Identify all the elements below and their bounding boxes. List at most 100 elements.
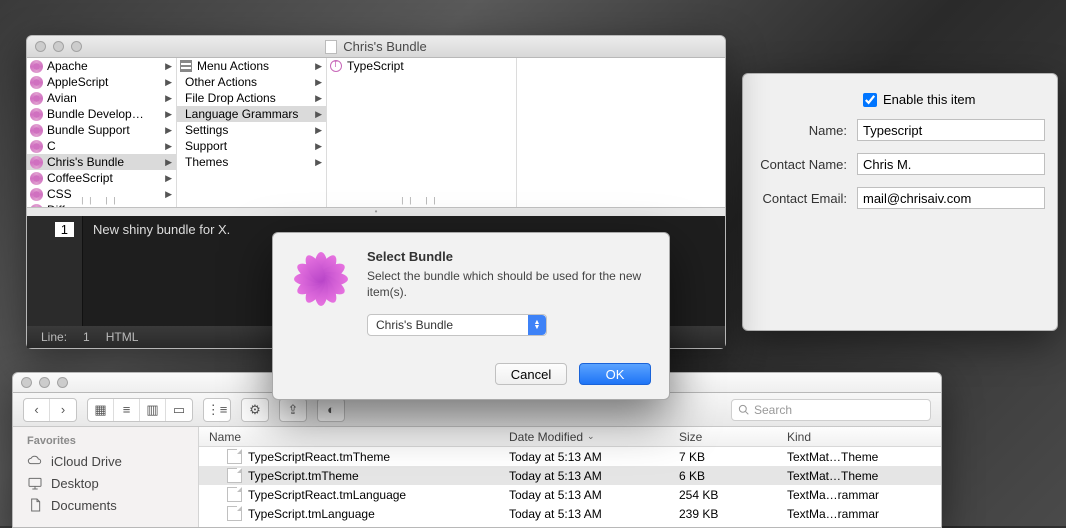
finder-sidebar: Favorites iCloud Drive Desktop Documents	[13, 427, 199, 527]
view-switcher[interactable]: ▦ ≡ ▥ ▭	[87, 398, 193, 422]
search-icon	[738, 404, 749, 415]
category-list-item[interactable]: Settings▶	[177, 122, 326, 138]
action-button[interactable]: ⚙︎	[242, 399, 268, 421]
chevron-right-icon: ▶	[165, 109, 172, 120]
bundle-list-item[interactable]: Avian▶	[27, 90, 176, 106]
minimize-dot[interactable]	[39, 377, 50, 388]
bundle-list-item[interactable]: C▶	[27, 138, 176, 154]
file-icon	[227, 506, 242, 521]
file-name: TypeScript.tmTheme	[248, 469, 359, 483]
action-segment[interactable]: ⚙︎	[241, 398, 269, 422]
file-row[interactable]: TypeScriptReact.tmThemeToday at 5:13 AM7…	[199, 447, 941, 466]
chevron-right-icon: ▶	[165, 173, 172, 184]
category-list-item[interactable]: Menu Actions▶	[177, 58, 326, 74]
split-grabber[interactable]: •	[27, 208, 725, 216]
file-kind: TextMat…Theme	[779, 466, 941, 485]
sidebar-heading: Favorites	[13, 433, 198, 450]
bundle-icon	[30, 140, 43, 153]
tags-segment[interactable]: ◐	[317, 398, 345, 422]
back-button[interactable]: ‹	[24, 399, 50, 421]
share-segment[interactable]: ⇪	[279, 398, 307, 422]
bundle-list-item[interactable]: AppleScript▶	[27, 74, 176, 90]
arrange-segment[interactable]: ⋮≡	[203, 398, 231, 422]
bundle-icon	[30, 124, 43, 137]
sidebar-item[interactable]: Documents	[13, 494, 198, 516]
file-size: 254 KB	[679, 485, 779, 504]
category-list-item[interactable]: Other Actions▶	[177, 74, 326, 90]
col-size[interactable]: Size	[679, 427, 779, 446]
bundle-list-item[interactable]: Bundle Support▶	[27, 122, 176, 138]
share-button[interactable]: ⇪	[280, 399, 306, 421]
bundle-select-value: Chris's Bundle	[376, 318, 453, 332]
chevron-right-icon: ▶	[315, 109, 322, 120]
chevron-right-icon: ▶	[315, 125, 322, 136]
titlebar: Chris's Bundle	[27, 36, 725, 58]
grammar-list-item[interactable]: TypeScript	[327, 58, 516, 74]
file-row[interactable]: TypeScriptReact.tmLanguageToday at 5:13 …	[199, 485, 941, 504]
cover-view-button[interactable]: ▭	[166, 399, 192, 421]
chevron-right-icon: ▶	[165, 125, 172, 136]
status-line-label: Line:	[41, 330, 67, 344]
bundle-icon	[30, 108, 43, 121]
nav-buttons[interactable]: ‹ ›	[23, 398, 77, 422]
file-icon	[227, 449, 242, 464]
forward-button[interactable]: ›	[50, 399, 76, 421]
properties-panel: Enable this item Name: Contact Name: Con…	[742, 73, 1058, 331]
chevron-right-icon: ▶	[165, 157, 172, 168]
sidebar-item-label: Documents	[51, 498, 117, 513]
bundle-list-item[interactable]: Chris's Bundle▶	[27, 154, 176, 170]
sidebar-item-label: Desktop	[51, 476, 99, 491]
editor-content[interactable]: New shiny bundle for X.	[83, 216, 240, 326]
bundle-icon	[30, 172, 43, 185]
icon-view-button[interactable]: ▦	[88, 399, 114, 421]
column-browser: Apache▶AppleScript▶Avian▶Bundle Develop……	[27, 58, 725, 208]
bundle-list-column: Apache▶AppleScript▶Avian▶Bundle Develop……	[27, 58, 177, 207]
contact-name-field[interactable]	[857, 153, 1045, 175]
file-list-header[interactable]: Name Date Modified⌄ Size Kind	[199, 427, 941, 447]
file-row[interactable]: TypeScript.tmThemeToday at 5:13 AM6 KBTe…	[199, 466, 941, 485]
bundle-list-item[interactable]: CoffeeScript▶	[27, 170, 176, 186]
category-list-item[interactable]: Themes▶	[177, 154, 326, 170]
status-lang[interactable]: HTML	[106, 330, 139, 344]
chevron-right-icon: ▶	[315, 141, 322, 152]
category-list-item[interactable]: Language Grammars▶	[177, 106, 326, 122]
dialog-message: Select the bundle which should be used f…	[367, 268, 651, 300]
file-size: 239 KB	[679, 504, 779, 523]
contact-email-field[interactable]	[857, 187, 1045, 209]
bundle-list-item[interactable]: Bundle Develop…▶	[27, 106, 176, 122]
zoom-dot[interactable]	[57, 377, 68, 388]
sidebar-item[interactable]: iCloud Drive	[13, 450, 198, 472]
file-row[interactable]: TypeScript.tmLanguageToday at 5:13 AM239…	[199, 504, 941, 523]
search-field[interactable]: Search	[731, 399, 931, 421]
menu-icon	[180, 60, 192, 72]
ok-button[interactable]: OK	[579, 363, 651, 385]
bundle-list-item[interactable]: Apache▶	[27, 58, 176, 74]
bundle-select[interactable]: Chris's Bundle ▲▼	[367, 314, 547, 336]
file-icon	[227, 487, 242, 502]
close-dot[interactable]	[21, 377, 32, 388]
document-icon	[325, 40, 337, 54]
arrange-button[interactable]: ⋮≡	[204, 399, 230, 421]
col-kind[interactable]: Kind	[779, 427, 941, 446]
chevron-right-icon: ▶	[315, 77, 322, 88]
sidebar-item[interactable]: Desktop	[13, 472, 198, 494]
category-list-item[interactable]: File Drop Actions▶	[177, 90, 326, 106]
grammar-icon	[330, 60, 342, 72]
list-view-button[interactable]: ≡	[114, 399, 140, 421]
cancel-button[interactable]: Cancel	[495, 363, 567, 385]
col-name[interactable]: Name	[199, 427, 509, 446]
column-view-button[interactable]: ▥	[140, 399, 166, 421]
status-line-value: 1	[83, 330, 90, 344]
name-field[interactable]	[857, 119, 1045, 141]
enable-item-checkbox[interactable]: Enable this item	[863, 92, 976, 107]
tags-button[interactable]: ◐	[318, 399, 344, 421]
category-list-item[interactable]: Support▶	[177, 138, 326, 154]
line-number: 1	[55, 222, 74, 237]
chevron-right-icon: ▶	[165, 141, 172, 152]
file-size: 7 KB	[679, 447, 779, 466]
select-bundle-dialog: Select Bundle Select the bundle which sh…	[272, 232, 670, 400]
file-list: Name Date Modified⌄ Size Kind TypeScript…	[199, 427, 941, 527]
name-label: Name:	[755, 123, 857, 138]
col-date[interactable]: Date Modified⌄	[509, 427, 679, 446]
chevron-right-icon: ▶	[315, 157, 322, 168]
